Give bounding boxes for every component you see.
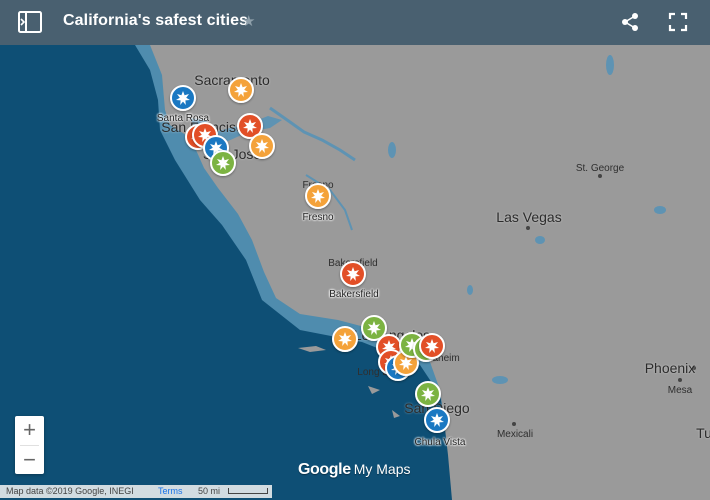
fullscreen-button[interactable]	[668, 12, 688, 32]
city-dot-st-george	[598, 174, 602, 178]
label-mexicali: Mexicali	[496, 429, 534, 440]
lake-1	[388, 142, 396, 158]
map-marker-red[interactable]	[419, 333, 445, 359]
label-mesa: Mesa	[667, 385, 693, 396]
side-panel-button[interactable]	[18, 11, 42, 33]
fullscreen-icon	[668, 12, 688, 32]
map-canvas[interactable]	[0, 0, 710, 500]
map-footer: Map data ©2019 Google, INEGI Terms 50 mi	[0, 485, 272, 498]
city-dot-mexicali	[512, 422, 516, 426]
label-tucson: Tu	[696, 425, 710, 441]
zoom-in-button[interactable]: +	[15, 416, 44, 445]
map-marker-orange[interactable]	[305, 183, 331, 209]
marker-label-chula-vista: Chula Vista	[414, 437, 466, 448]
label-phoenix: Phoenix	[644, 360, 696, 376]
label-las-vegas: Las Vegas	[496, 209, 562, 225]
map-marker-blue[interactable]	[170, 85, 196, 111]
salton-sea	[492, 376, 508, 384]
side-panel-icon	[18, 11, 42, 33]
share-button[interactable]	[620, 12, 640, 32]
attribution: Map data ©2019 Google, INEGI	[6, 486, 134, 496]
lake-5	[467, 285, 473, 295]
marker-label-fresno: Fresno	[302, 212, 334, 223]
marker-label-santa-rosa: Santa Rosa	[156, 113, 210, 124]
terms-link[interactable]: Terms	[158, 485, 183, 498]
star-icon[interactable]: ★	[242, 12, 255, 30]
my-maps-wordmark: My Maps	[353, 461, 411, 477]
google-my-maps-logo: Google My Maps	[298, 461, 411, 479]
map-marker-blue[interactable]	[424, 407, 450, 433]
zoom-control: + −	[15, 416, 44, 474]
lake-4	[535, 236, 545, 244]
city-dot-las-vegas	[526, 226, 530, 230]
marker-label-bakersfield: Bakersfield	[329, 289, 379, 300]
map-marker-red[interactable]	[340, 261, 366, 287]
map-marker-orange[interactable]	[249, 133, 275, 159]
scale-bar	[228, 488, 268, 494]
map-marker-orange[interactable]	[228, 77, 254, 103]
share-icon	[622, 13, 638, 31]
map-marker-green[interactable]	[210, 150, 236, 176]
map-header: California's safest cities ★	[0, 0, 710, 45]
map-title: California's safest cities	[63, 12, 249, 29]
lake-2	[606, 55, 614, 75]
zoom-out-button[interactable]: −	[15, 446, 44, 475]
label-st-george: St. George	[575, 163, 625, 174]
google-wordmark: Google	[298, 461, 351, 478]
city-dot-mesa	[678, 378, 682, 382]
lake-3	[654, 206, 666, 214]
map-marker-orange[interactable]	[332, 326, 358, 352]
map-marker-green[interactable]	[415, 381, 441, 407]
scale-label: 50 mi	[198, 486, 221, 496]
